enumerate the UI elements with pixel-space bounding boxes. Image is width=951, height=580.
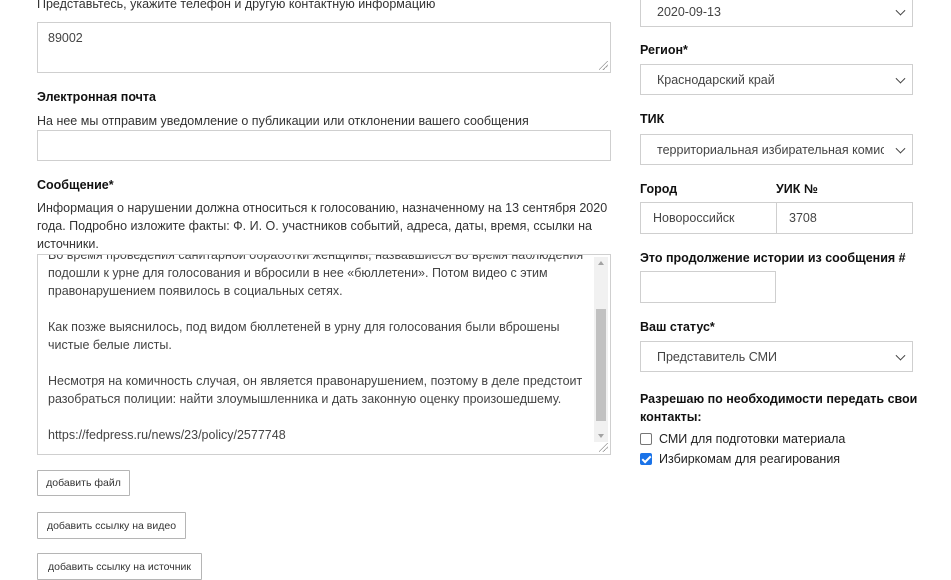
- chevron-down-icon: [895, 73, 906, 84]
- continuation-label: Это продолжение истории из сообщения #: [640, 251, 906, 265]
- message-label: Сообщение*: [37, 178, 114, 192]
- message-text: Во время проведения санитарной обработки…: [48, 254, 588, 444]
- region-label: Регион*: [640, 43, 688, 57]
- email-input[interactable]: [37, 130, 611, 161]
- continuation-input[interactable]: [640, 271, 776, 303]
- region-value: Краснодарский край: [657, 72, 775, 87]
- message-line: [48, 300, 588, 318]
- message-line: разобраться полиции: найти злоумышленник…: [48, 392, 562, 406]
- add-source-link-button[interactable]: добавить ссылку на источник: [37, 553, 202, 580]
- email-label: Электронная почта: [37, 90, 156, 104]
- contact-value: 89002: [48, 31, 83, 45]
- status-value: Представитель СМИ: [657, 349, 778, 364]
- contact-textarea[interactable]: 89002: [37, 22, 611, 73]
- chevron-down-icon: [895, 350, 906, 361]
- region-select[interactable]: Краснодарский край: [640, 64, 913, 95]
- date-select[interactable]: 2020-09-13: [640, 0, 913, 27]
- message-line: https://fedpress.ru/news/23/policy/25777…: [48, 428, 286, 442]
- add-video-link-button[interactable]: добавить ссылку на видео: [37, 512, 186, 539]
- message-hint-line2: года. Подробно изложите факты: Ф. И. О. …: [37, 219, 592, 233]
- email-hint: На нее мы отправим уведомление о публика…: [37, 114, 529, 128]
- chevron-down-icon: [895, 5, 906, 16]
- scrollbar-thumb[interactable]: [596, 309, 606, 421]
- uik-input[interactable]: 3708: [776, 202, 913, 234]
- message-line: Как позже выяснилось, под видом бюллетен…: [48, 320, 560, 334]
- chevron-down-icon: [895, 143, 906, 154]
- share-label-line2: контакты:: [640, 410, 702, 424]
- contact-hint: Представьтесь, укажите телефон и другую …: [37, 0, 436, 11]
- message-textarea[interactable]: Во время проведения санитарной обработки…: [37, 254, 611, 455]
- resize-handle-icon[interactable]: [599, 443, 608, 452]
- share-option-media[interactable]: СМИ для подготовки материала: [640, 432, 845, 446]
- tik-label: ТИК: [640, 112, 665, 126]
- message-line: подошли к урне для голосования и вбросил…: [48, 266, 548, 280]
- message-scrollbar[interactable]: [594, 257, 608, 442]
- media-option-label: СМИ для подготовки материала: [659, 432, 846, 446]
- media-checkbox[interactable]: [640, 433, 652, 445]
- uik-label: УИК №: [776, 182, 818, 196]
- scroll-down-icon[interactable]: [598, 434, 604, 438]
- scroll-up-icon[interactable]: [598, 261, 604, 265]
- share-contacts-label: Разрешаю по необходимости передать свои …: [640, 390, 917, 426]
- message-hint-line3: источники.: [37, 237, 99, 251]
- election-option-label: Избиркомам для реагирования: [659, 452, 841, 466]
- message-line: правонарушением появилось в социальных с…: [48, 284, 343, 298]
- city-input[interactable]: Новороссийск: [640, 202, 777, 234]
- election-checkbox[interactable]: [640, 453, 652, 465]
- tik-value: территориальная избирательная комиссия: [657, 142, 884, 157]
- status-label: Ваш статус*: [640, 320, 715, 334]
- date-value: 2020-09-13: [657, 4, 721, 19]
- share-option-election[interactable]: Избиркомам для реагирования: [640, 452, 840, 466]
- status-select[interactable]: Представитель СМИ: [640, 341, 913, 372]
- message-hint-line1: Информация о нарушении должна относиться…: [37, 201, 608, 215]
- message-line: чистые белые листы.: [48, 338, 172, 352]
- message-line: [48, 354, 588, 372]
- message-line: Несмотря на комичность случая, он являет…: [48, 374, 583, 388]
- resize-handle-icon[interactable]: [599, 61, 608, 70]
- share-label-line1: Разрешаю по необходимости передать свои: [640, 392, 918, 406]
- message-line: Во время проведения санитарной обработки…: [48, 254, 584, 262]
- uik-value: 3708: [789, 211, 817, 225]
- city-value: Новороссийск: [653, 211, 735, 225]
- tik-select[interactable]: территориальная избирательная комиссия: [640, 134, 913, 165]
- message-line: [48, 408, 588, 426]
- city-label: Город: [640, 182, 678, 196]
- add-file-button[interactable]: добавить файл: [37, 470, 130, 496]
